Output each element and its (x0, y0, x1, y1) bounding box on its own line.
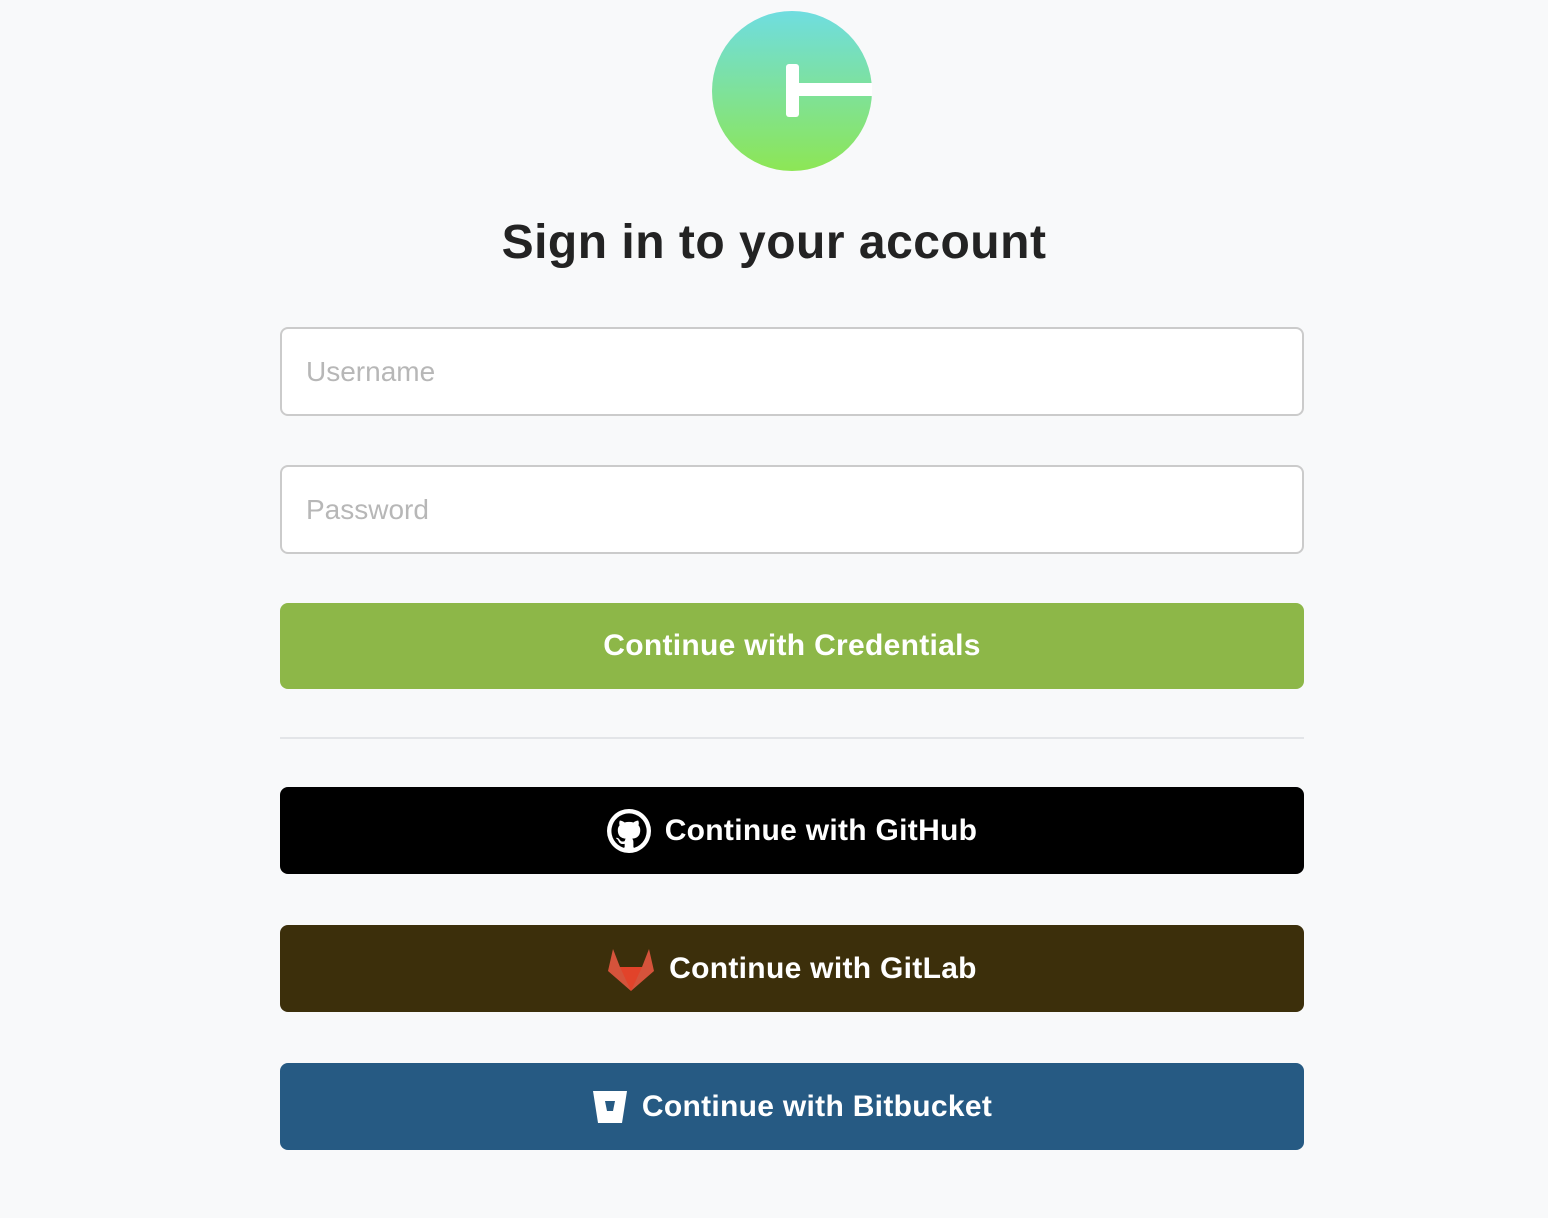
logo-circle-icon (712, 11, 872, 171)
username-input[interactable] (280, 327, 1304, 416)
page-title: Sign in to your account (501, 216, 1047, 269)
continue-with-gitlab-button[interactable]: Continue with GitLab (280, 925, 1304, 1012)
continue-with-credentials-button[interactable]: Continue with Credentials (280, 603, 1304, 689)
divider (280, 737, 1304, 739)
github-button-label: Continue with GitHub (664, 813, 978, 847)
bitbucket-icon (592, 1090, 628, 1124)
credentials-button-label: Continue with Credentials (603, 629, 981, 662)
continue-with-bitbucket-button[interactable]: Continue with Bitbucket (280, 1063, 1304, 1150)
bitbucket-button-label: Continue with Bitbucket (641, 1089, 993, 1123)
password-input[interactable] (280, 465, 1304, 554)
github-icon (606, 808, 651, 853)
gitlab-icon (607, 947, 655, 991)
gitlab-button-label: Continue with GitLab (669, 951, 977, 985)
continue-with-github-button[interactable]: Continue with GitHub (280, 787, 1304, 874)
